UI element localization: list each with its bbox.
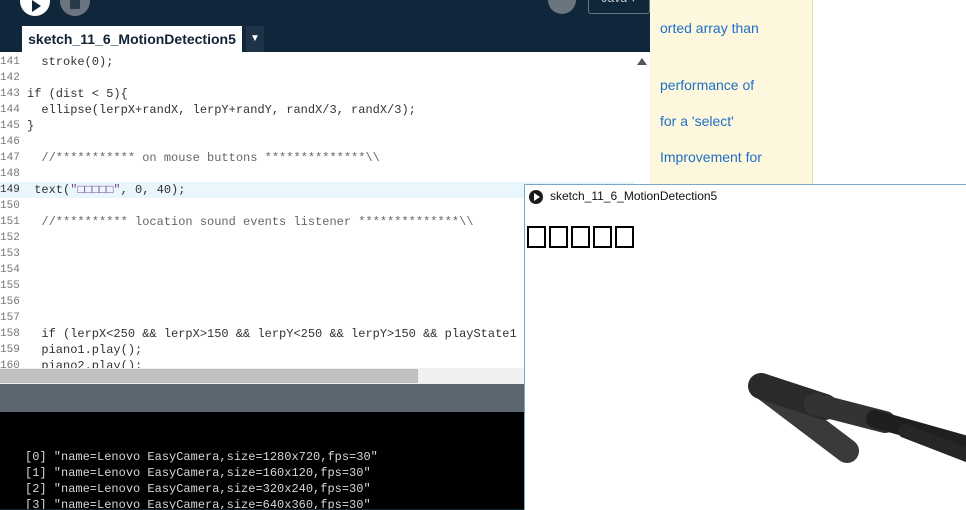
highlight-panel: orted array than performance of for a 's…: [650, 0, 813, 190]
line-number: 152: [0, 232, 20, 244]
web-link[interactable]: performance of: [660, 77, 754, 93]
line-number: 149: [0, 184, 20, 196]
code-line[interactable]: 146: [0, 134, 634, 150]
sketch-window-title: sketch_11_6_MotionDetection5: [550, 189, 718, 203]
code-text: stroke(0);: [27, 55, 114, 69]
code-text: if (lerpX<250 && lerpX>150 && lerpY<250 …: [27, 327, 568, 341]
code-text: if (dist < 5){: [27, 87, 128, 101]
ide-toolbar: Java ▾: [0, 0, 662, 24]
line-number: 148: [0, 168, 20, 180]
code-line[interactable]: 141 stroke(0);: [0, 54, 634, 70]
line-number: 145: [0, 120, 20, 132]
web-link[interactable]: orted array than: [660, 20, 759, 36]
scroll-up-arrow-icon[interactable]: [637, 58, 647, 65]
line-number: 143: [0, 88, 20, 100]
line-number: 154: [0, 264, 20, 276]
code-line[interactable]: 145}: [0, 118, 634, 134]
line-number: 142: [0, 72, 20, 84]
console-line: [0] "name=Lenovo EasyCamera,size=1280x72…: [25, 450, 378, 464]
sketch-output-window[interactable]: sketch_11_6_MotionDetection5: [524, 184, 966, 510]
line-number: 146: [0, 136, 20, 148]
code-text: //*********** on mouse buttons *********…: [27, 151, 380, 165]
console-line: [2] "name=Lenovo EasyCamera,size=320x240…: [25, 482, 371, 496]
line-number: 151: [0, 216, 20, 228]
line-number: 156: [0, 296, 20, 308]
line-number: 158: [0, 328, 20, 340]
line-number: 155: [0, 280, 20, 292]
line-number: 157: [0, 312, 20, 324]
code-text: ellipse(lerpX+randX, lerpY+randY, randX/…: [27, 103, 416, 117]
motion-trail-drawing: [748, 373, 966, 463]
stop-button[interactable]: [60, 0, 90, 16]
line-number: 159: [0, 344, 20, 356]
code-line[interactable]: 143 if (dist < 5){: [0, 86, 634, 102]
console-line: [1] "name=Lenovo EasyCamera,size=160x120…: [25, 466, 371, 480]
code-line[interactable]: 148: [0, 166, 634, 182]
horizontal-scroll-thumb[interactable]: [0, 369, 418, 383]
line-number: 144: [0, 104, 20, 116]
code-line[interactable]: 147 //*********** on mouse buttons *****…: [0, 150, 634, 166]
line-number: 150: [0, 200, 20, 212]
web-link[interactable]: Improvement for: [660, 149, 762, 165]
tab-sketch[interactable]: sketch_11_6_MotionDetection5: [22, 26, 242, 52]
sketch-title-bar[interactable]: sketch_11_6_MotionDetection5: [525, 185, 966, 209]
mode-selector[interactable]: Java ▾: [588, 0, 650, 14]
web-link[interactable]: for a 'select': [660, 113, 734, 129]
line-number: 153: [0, 248, 20, 260]
code-line[interactable]: 142: [0, 70, 634, 86]
code-line[interactable]: 144 ellipse(lerpX+randX, lerpY+randY, ra…: [0, 102, 634, 118]
code-text: //********** location sound events liste…: [27, 215, 474, 229]
code-text: }: [27, 119, 35, 133]
processing-app-icon: [529, 190, 543, 204]
console-line: [3] "name=Lenovo EasyCamera,size=640x360…: [25, 498, 371, 509]
debug-button[interactable]: [548, 0, 576, 14]
line-number: 141: [0, 56, 20, 68]
code-text: piano1.play();: [27, 343, 143, 357]
run-button[interactable]: [20, 0, 50, 16]
sketch-canvas[interactable]: [525, 209, 966, 510]
string-literal: "□□□□□": [70, 183, 121, 197]
line-number: 147: [0, 152, 20, 164]
code-text: text("□□□□□", 0, 40);: [27, 183, 186, 197]
tab-menu-arrow-icon[interactable]: ▼: [246, 26, 264, 52]
